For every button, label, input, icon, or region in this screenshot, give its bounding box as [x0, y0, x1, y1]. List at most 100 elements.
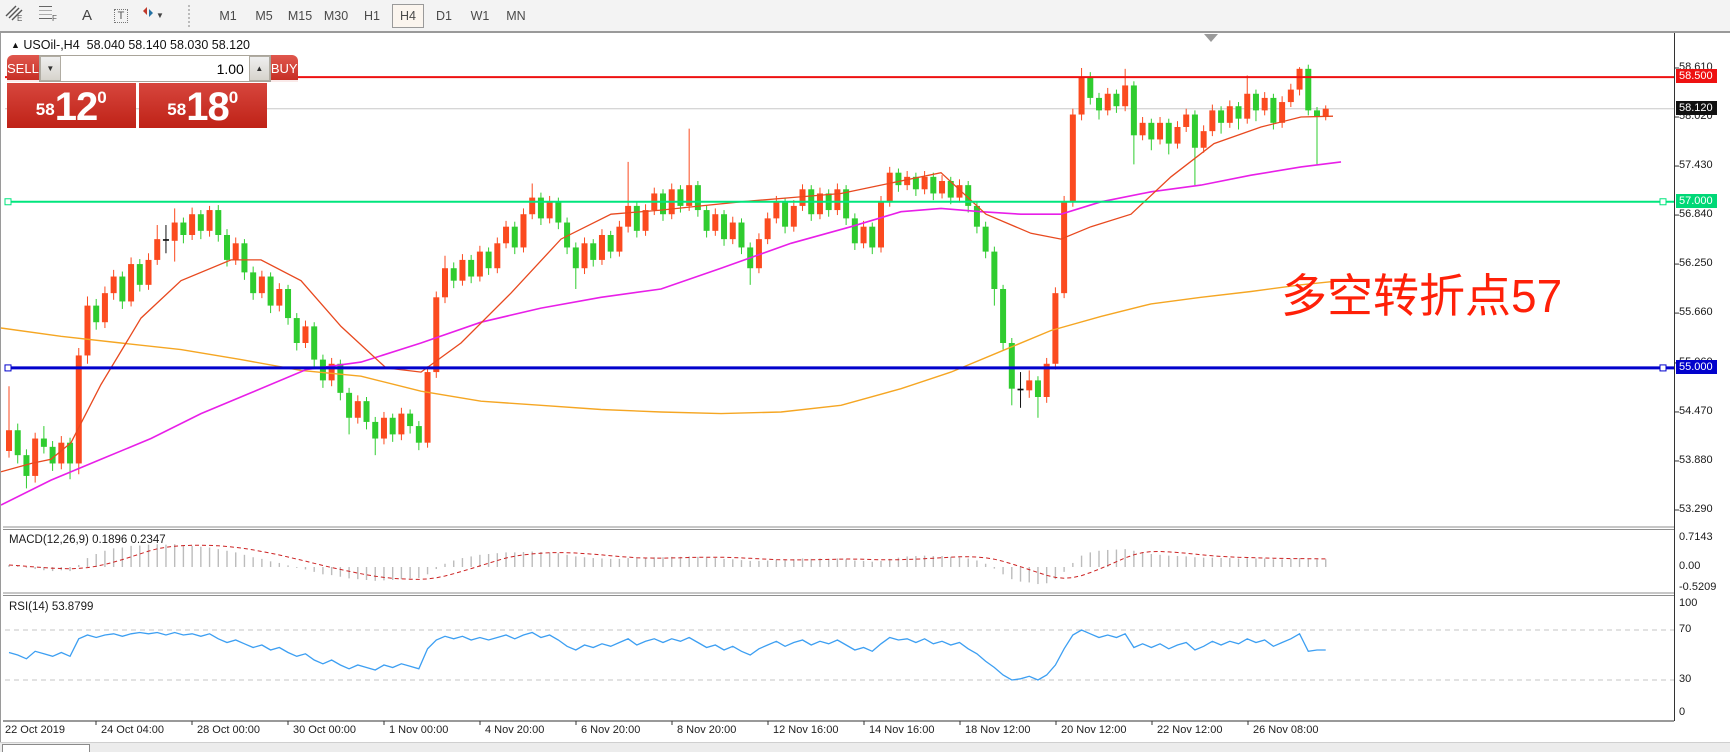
candle-body [599, 235, 605, 260]
moving-average-ma_slow [1, 281, 1341, 414]
volume-increase-button[interactable]: ▲ [249, 56, 270, 81]
rsi-axis-label: 30 [1679, 673, 1691, 685]
rsi-line [9, 630, 1326, 680]
timeframe-button-m1[interactable]: M1 [212, 4, 244, 28]
price-axis-label: 53.880 [1679, 454, 1713, 466]
candle-body [939, 181, 945, 193]
candle-body [677, 189, 683, 206]
candle-body [259, 277, 265, 294]
timeframe-button-mn[interactable]: MN [500, 4, 532, 28]
candle-body [494, 243, 500, 268]
candle-body [276, 289, 282, 306]
candle-body [712, 214, 718, 231]
candle-body [1096, 98, 1102, 110]
candle-body [861, 227, 867, 244]
arrows-tool-icon[interactable]: ▼ [140, 4, 178, 28]
svg-text:F: F [52, 14, 57, 22]
candle-body [1122, 85, 1128, 106]
text-box-icon[interactable]: T [106, 4, 136, 28]
candle-body [643, 210, 649, 231]
candle-body [215, 210, 221, 235]
candle-body [102, 293, 108, 322]
candle-body [503, 227, 509, 244]
candle-body [180, 223, 186, 235]
line-handle [1660, 365, 1666, 371]
candle-body [477, 252, 483, 277]
candle-body [520, 214, 526, 247]
timeframe-button-h4[interactable]: H4 [392, 4, 424, 28]
timeframe-bar: M1M5M15M30H1H4D1W1MN [210, 4, 534, 28]
candle-body [111, 277, 117, 294]
candle-body [660, 193, 666, 214]
dotted-grid-icon: F [38, 4, 58, 22]
volume-input[interactable] [61, 56, 249, 81]
candle-body [834, 189, 840, 210]
buy-price-display[interactable]: 58 18 0 [139, 83, 268, 128]
candle-body [364, 401, 370, 422]
candle-body [146, 260, 152, 285]
sell-button[interactable]: SELL [7, 55, 39, 82]
text-label-icon[interactable]: A [72, 4, 102, 28]
candle-body [730, 223, 736, 240]
volume-decrease-button[interactable]: ▼ [40, 56, 61, 81]
price-axis-badge: 58.500 [1676, 69, 1717, 83]
candle-body [224, 235, 230, 260]
macd-axis-label: 0.7143 [1679, 531, 1713, 543]
svg-text:E: E [17, 14, 22, 22]
candle-body [1035, 380, 1041, 397]
candle-body [355, 401, 361, 418]
hatch-lines-icon: E [4, 4, 24, 22]
candle-body [817, 193, 823, 214]
timeframe-button-h1[interactable]: H1 [356, 4, 388, 28]
candle-body [991, 252, 997, 289]
candle-body [207, 210, 213, 231]
horizontal-scrollbar[interactable] [0, 742, 1730, 752]
price-axis-badge: 55.000 [1676, 360, 1717, 374]
candle-body [311, 326, 317, 359]
date-axis-label: 14 Nov 16:00 [869, 724, 934, 736]
candle-body [634, 206, 640, 231]
scrollbar-thumb[interactable] [2, 744, 90, 752]
rsi-axis-label: 70 [1679, 623, 1691, 635]
sell-price-display[interactable]: 58 12 0 [7, 83, 136, 128]
candle-body [1183, 115, 1189, 127]
candle-body [1000, 289, 1006, 343]
candle-body [800, 189, 806, 206]
candle-body [442, 268, 448, 297]
candle-body [573, 247, 579, 268]
timeframe-button-m30[interactable]: M30 [320, 4, 352, 28]
candle-body [1270, 98, 1276, 123]
candle-body [1009, 343, 1015, 389]
buy-button[interactable]: BUY [271, 55, 298, 82]
candle-body [974, 206, 980, 227]
timeframe-button-w1[interactable]: W1 [464, 4, 496, 28]
candle-body [84, 306, 90, 356]
date-axis-label: 22 Oct 2019 [5, 724, 65, 736]
date-axis-label: 30 Oct 00:00 [293, 724, 356, 736]
grid-f-icon[interactable]: F [38, 4, 68, 28]
chart-plot[interactable] [1, 32, 1730, 752]
chart-window[interactable]: ▲ USOil-,H4 58.040 58.140 58.030 58.120 … [0, 32, 1730, 752]
candle-body [381, 418, 387, 439]
candle-body [625, 206, 631, 227]
candle-body [878, 202, 884, 248]
timeframe-button-m15[interactable]: M15 [284, 4, 316, 28]
updown-arrows-icon [140, 4, 156, 20]
candle-body [547, 202, 553, 219]
rsi-label: RSI(14) 53.8799 [9, 601, 93, 613]
candle-body [1079, 77, 1085, 114]
timeframe-button-d1[interactable]: D1 [428, 4, 460, 28]
candle-body [93, 306, 99, 323]
candle-body [346, 393, 352, 418]
date-axis-label: 8 Nov 20:00 [677, 724, 736, 736]
candle-body [704, 210, 710, 231]
mt4-application-window: E F A T ▼ M1M5M15M30H1H4D1W1MN ▲ [0, 0, 1730, 752]
timeframe-button-m5[interactable]: M5 [248, 4, 280, 28]
candle-body [843, 189, 849, 218]
candle-body [398, 414, 404, 435]
crosshair-study-icon[interactable]: E [4, 4, 34, 28]
candle-body [782, 202, 788, 227]
candle-body [1297, 69, 1303, 90]
annotation-text[interactable]: 多空转折点57 [1281, 260, 1562, 326]
toolbar: E F A T ▼ M1M5M15M30H1H4D1W1MN [0, 0, 1730, 32]
